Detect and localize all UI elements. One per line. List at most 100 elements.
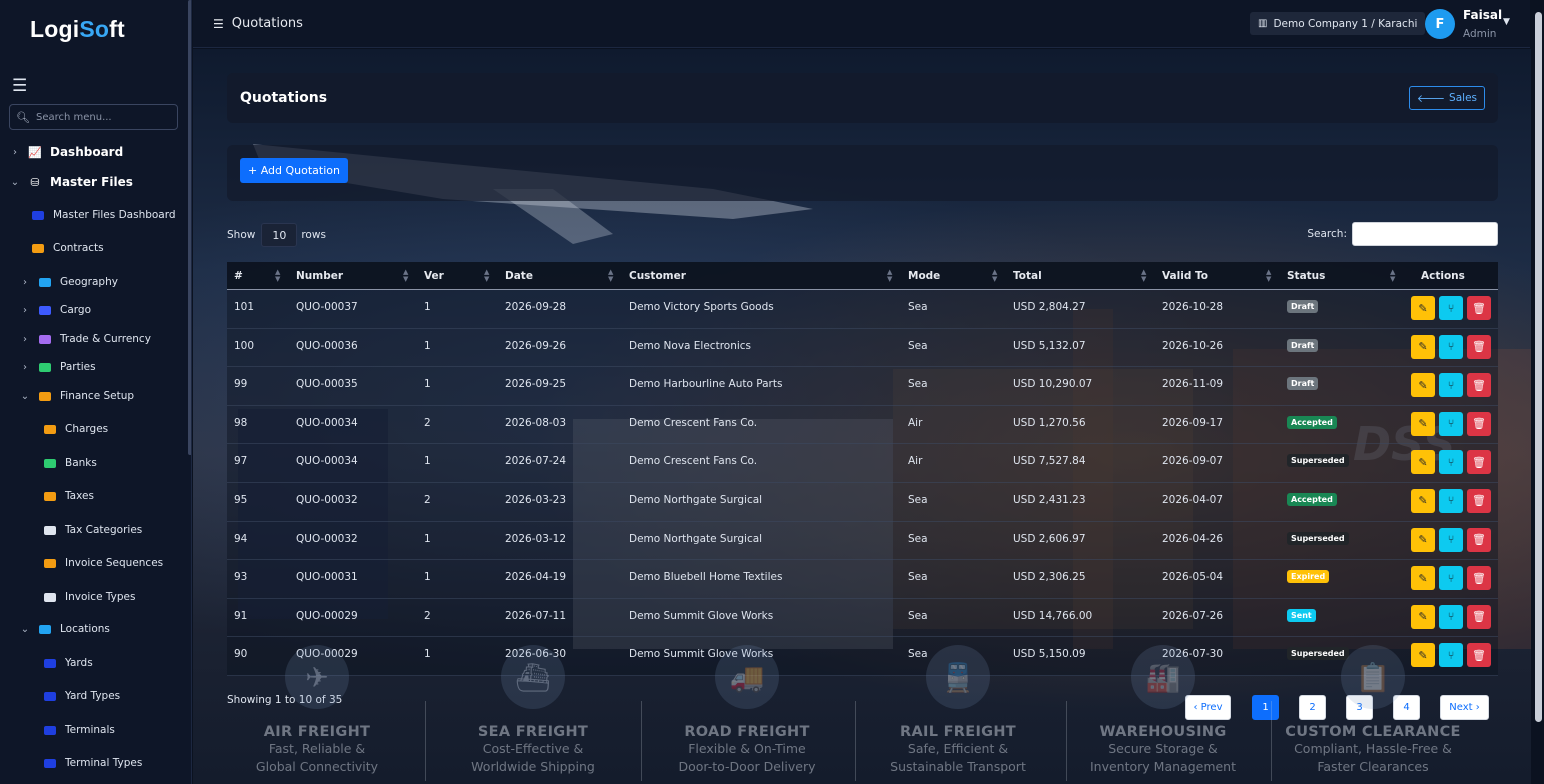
delete-button[interactable]: 🗑 [1467, 296, 1491, 320]
edit-button[interactable]: ✎ [1411, 450, 1435, 475]
sidebar-item-cargo[interactable]: › Cargo [20, 304, 91, 316]
new-version-button[interactable]: ⑂ [1439, 450, 1463, 475]
delete-button[interactable]: 🗑 [1467, 334, 1491, 359]
table-row[interactable]: 100 QUO-00036 1 2026-09-26 Demo Nova Electro… [227, 328, 1498, 368]
page-scrollbar[interactable] [1533, 0, 1544, 784]
menu-toggle-icon[interactable]: ☰ [12, 76, 27, 96]
new-version-button[interactable]: ⑂ [1439, 373, 1463, 398]
sidebar-item-dashboard[interactable]: › 📈 Dashboard [10, 145, 123, 159]
sidebar-item-parties[interactable]: › Parties [20, 361, 96, 373]
new-version-button[interactable]: ⑂ [1439, 411, 1463, 436]
avatar[interactable]: F [1425, 9, 1455, 39]
sidebar-scrollbar[interactable] [188, 0, 191, 455]
sidebar-item-banks[interactable]: Banks [43, 457, 97, 469]
pagination-prev-button[interactable]: ‹ Prev [1185, 695, 1231, 720]
column-header-id[interactable]: # [234, 270, 243, 282]
table-row[interactable]: 95 QUO-00032 2 2026-03-23 Demo Northgate Sur… [227, 482, 1498, 522]
delete-button[interactable]: 🗑 [1467, 450, 1491, 475]
new-version-button[interactable]: ⑂ [1439, 334, 1463, 359]
table-row[interactable]: 99 QUO-00035 1 2026-09-25 Demo Harbourline A… [227, 367, 1498, 406]
page-scrollbar-thumb[interactable] [1535, 12, 1542, 722]
sort-icon[interactable]: ▲ ▼ [403, 269, 408, 283]
table-row[interactable]: 93 QUO-00031 1 2026-04-19 Demo Bluebell Home… [227, 560, 1498, 599]
rows-select[interactable]: 10 [261, 223, 298, 247]
sort-icon[interactable]: ▲ ▼ [887, 269, 892, 283]
caret-down-icon[interactable]: ▼ [1503, 17, 1510, 27]
edit-button[interactable]: ✎ [1411, 334, 1435, 359]
brand-logo[interactable]: LogiSoft [30, 16, 125, 43]
sidebar-item-trade-currency[interactable]: › Trade & Currency [20, 333, 151, 345]
sidebar-item-taxes[interactable]: Taxes [43, 490, 94, 502]
user-name[interactable]: Faisal [1463, 8, 1502, 22]
table-row[interactable]: 98 QUO-00034 2 2026-08-03 Demo Crescent Fans… [227, 405, 1498, 445]
edit-button[interactable]: ✎ [1411, 566, 1435, 591]
new-version-button[interactable]: ⑂ [1439, 488, 1463, 513]
sidebar-search-input[interactable] [35, 111, 176, 123]
sort-icon[interactable]: ▲ ▼ [1390, 269, 1395, 283]
edit-button[interactable]: ✎ [1411, 296, 1435, 320]
edit-button[interactable]: ✎ [1411, 604, 1435, 629]
sidebar-item-locations[interactable]: ⌄ Locations [20, 623, 110, 635]
edit-button[interactable]: ✎ [1411, 527, 1435, 552]
edit-button[interactable]: ✎ [1411, 411, 1435, 436]
sidebar-item-invoice-sequences[interactable]: Invoice Sequences [43, 557, 163, 569]
column-header-valid-to[interactable]: Valid To [1162, 270, 1208, 282]
sidebar-item-master-files-dashboard[interactable]: Master Files Dashboard [31, 209, 176, 221]
column-header-ver[interactable]: Ver [424, 270, 444, 282]
column-header-date[interactable]: Date [505, 270, 533, 282]
sidebar-item-invoice-types[interactable]: Invoice Types [43, 591, 135, 603]
sidebar-item-master-files[interactable]: ⌄ ⛁ Master Files [10, 175, 133, 189]
sidebar-item-contracts[interactable]: Contracts [31, 242, 104, 254]
delete-button[interactable]: 🗑 [1467, 373, 1491, 398]
sort-icon[interactable]: ▲ ▼ [992, 269, 997, 283]
chevron-down-icon: ⌄ [20, 623, 30, 635]
sidebar-item-terminals[interactable]: Terminals [43, 724, 115, 736]
sort-icon[interactable]: ▲ ▼ [275, 269, 280, 283]
sidebar-item-geography[interactable]: › Geography [20, 276, 118, 288]
edit-button[interactable]: ✎ [1411, 488, 1435, 513]
sidebar-item-terminal-types[interactable]: Terminal Types [43, 757, 142, 769]
table-row[interactable]: 91 QUO-00029 2 2026-07-11 Demo Summit Glove … [227, 598, 1498, 638]
table-row[interactable]: 101 QUO-00037 1 2026-09-28 Demo Victory Spor… [227, 290, 1498, 329]
delete-button[interactable]: 🗑 [1467, 488, 1491, 513]
sidebar-item-yard-types[interactable]: Yard Types [43, 690, 120, 702]
edit-button[interactable]: ✎ [1411, 373, 1435, 398]
pagination-page-4[interactable]: 4 [1393, 695, 1420, 720]
pagination-next-button[interactable]: Next › [1440, 695, 1489, 720]
back-to-sales-button[interactable]: 🡐 Sales [1408, 86, 1485, 110]
column-header-customer[interactable]: Customer [629, 270, 686, 282]
sidebar-item-finance-setup[interactable]: ⌄ Finance Setup [20, 390, 134, 402]
table-search-input[interactable] [1352, 222, 1498, 246]
sidebar-item-charges[interactable]: Charges [43, 423, 108, 435]
column-header-total[interactable]: Total [1013, 270, 1042, 282]
column-header-mode[interactable]: Mode [908, 270, 940, 282]
delete-button[interactable]: 🗑 [1467, 527, 1491, 552]
sort-icon[interactable]: ▲ ▼ [484, 269, 489, 283]
sidebar-item-tax-categories[interactable]: Tax Categories [43, 524, 142, 536]
sort-icon[interactable]: ▲ ▼ [1266, 269, 1271, 283]
new-version-button[interactable]: ⑂ [1439, 296, 1463, 320]
new-version-button[interactable]: ⑂ [1439, 604, 1463, 629]
table-row[interactable]: 94 QUO-00032 1 2026-03-12 Demo Northgate Sur… [227, 521, 1498, 561]
delete-button[interactable]: 🗑 [1467, 643, 1491, 668]
new-version-button[interactable]: ⑂ [1439, 527, 1463, 552]
edit-button[interactable]: ✎ [1411, 643, 1435, 668]
add-quotation-button[interactable]: + Add Quotation [240, 158, 348, 183]
table-row[interactable]: 90 QUO-00029 1 2026-06-30 Demo Summit Glove … [227, 637, 1498, 676]
sidebar-item-yards[interactable]: Yards [43, 657, 93, 669]
pagination-page-1[interactable]: 1 [1252, 695, 1279, 720]
column-header-number[interactable]: Number [296, 270, 343, 282]
cell-total: USD 1,270.56 [1013, 416, 1086, 429]
pagination-page-2[interactable]: 2 [1299, 695, 1326, 720]
column-header-status[interactable]: Status [1287, 270, 1325, 282]
edit-icon: ✎ [1418, 571, 1428, 585]
table-row[interactable]: 97 QUO-00034 1 2026-07-24 Demo Crescent Fans… [227, 444, 1498, 483]
sort-icon[interactable]: ▲ ▼ [1141, 269, 1146, 283]
sort-icon[interactable]: ▲ ▼ [608, 269, 613, 283]
company-selector[interactable]: ▥ Demo Company 1 / Karachi [1250, 12, 1426, 35]
new-version-button[interactable]: ⑂ [1439, 566, 1463, 591]
delete-button[interactable]: 🗑 [1467, 411, 1491, 436]
delete-button[interactable]: 🗑 [1467, 604, 1491, 629]
delete-button[interactable]: 🗑 [1467, 566, 1491, 591]
new-version-button[interactable]: ⑂ [1439, 643, 1463, 668]
